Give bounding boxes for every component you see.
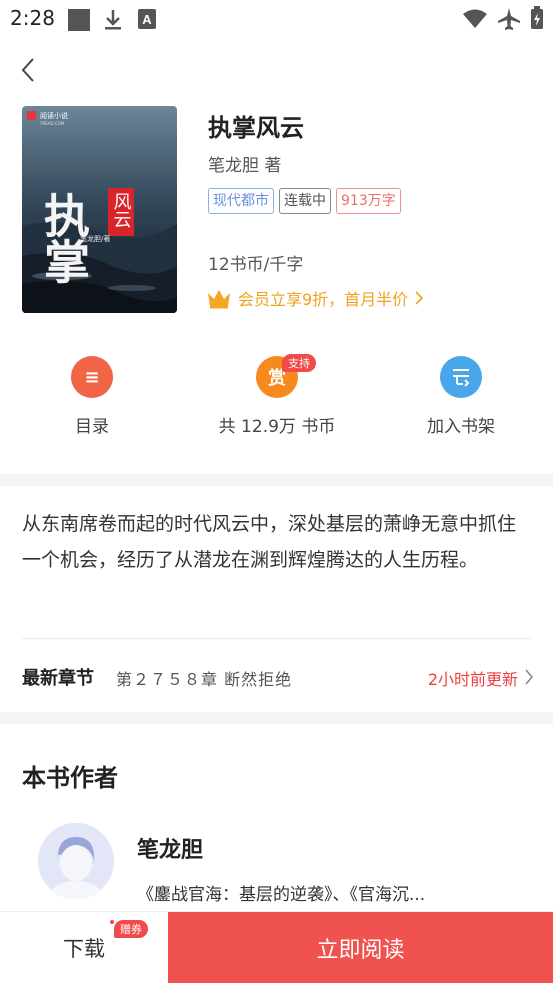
tag-word-count: 913万字 <box>336 188 401 214</box>
book-cover[interactable]: 阅读小说 YREAD.COM 执掌 风云 笔龙胆/著 <box>22 106 177 313</box>
bottom-action-bar: 下载 赠券 立即阅读 <box>0 911 553 983</box>
coupon-dot <box>110 920 114 924</box>
shelf-label: 加入书架 <box>427 417 495 437</box>
toc-icon-glyph: ≡ <box>84 366 100 388</box>
add-to-shelf-button[interactable]: 加入书架 <box>420 356 502 437</box>
chevron-right-icon <box>525 669 534 685</box>
read-now-label: 立即阅读 <box>316 938 405 963</box>
back-button[interactable] <box>16 55 44 85</box>
section-divider <box>0 474 553 486</box>
text-a-icon: A <box>138 9 156 29</box>
download-label: 下载 <box>63 937 105 961</box>
book-intro[interactable]: 从东南席卷而起的时代风云中，深处基层的萧峥无意中抓住一个机会，经历了从潜龙在渊到… <box>22 506 532 578</box>
author-name[interactable]: 笔龙胆 <box>137 832 203 864</box>
latest-chapter-label: 最新章节 <box>22 668 94 689</box>
section-divider <box>0 712 553 724</box>
toc-button[interactable]: ≡ 目录 <box>63 356 121 437</box>
tag-status: 连载中 <box>279 188 331 214</box>
status-bar: 2:28 A <box>0 0 553 38</box>
chevron-right-icon <box>415 291 424 305</box>
latest-chapter-title: 第２７５８章 断然拒绝 <box>116 670 293 689</box>
latest-chapter-row[interactable]: 最新章节 第２７５８章 断然拒绝 2小时前更新 <box>22 664 534 690</box>
read-now-button[interactable]: 立即阅读 <box>168 912 553 983</box>
wifi-icon <box>463 9 487 28</box>
latest-update-time: 2小时前更新 <box>427 670 518 689</box>
vip-promo-link[interactable]: 会员立享9折，首月半价 <box>206 286 424 310</box>
cover-publisher: 阅读小说 <box>40 111 68 120</box>
author-works[interactable]: 《鏖战官海：基层的逆袭》、《官海沉... <box>137 880 497 905</box>
action-row: ≡ 目录 赏 支持 共 12.9万 书币 加入书架 <box>0 354 553 446</box>
book-price: 12书币/千字 <box>208 255 304 275</box>
author-section-heading: 本书作者 <box>22 764 118 792</box>
toc-icon: ≡ <box>71 356 113 398</box>
cover-seal: 风云 <box>111 192 132 228</box>
intro-divider <box>22 638 532 639</box>
notification-square-icon <box>68 9 90 31</box>
cover-art: 阅读小说 YREAD.COM 执掌 风云 笔龙胆/著 <box>22 106 177 313</box>
status-time: 2:28 <box>10 6 55 30</box>
shelf-glyph-icon <box>453 369 470 387</box>
toc-label: 目录 <box>75 417 109 437</box>
chevron-left-icon <box>21 58 34 82</box>
reward-button[interactable]: 赏 支持 共 12.9万 书币 <box>206 354 348 437</box>
vip-promo-text: 会员立享9折，首月半价 <box>238 290 409 309</box>
bookshelf-icon <box>440 356 482 398</box>
battery-icon <box>531 6 543 29</box>
book-tags: 现代都市 连载中 913万字 <box>208 188 401 214</box>
cover-publisher-sub: YREAD.COM <box>39 121 65 126</box>
cover-author-signature: 笔龙胆/著 <box>80 234 110 243</box>
author-avatar[interactable] <box>38 823 114 899</box>
download-icon <box>105 10 121 30</box>
airplane-mode-icon <box>498 8 520 30</box>
book-author[interactable]: 笔龙胆 著 <box>208 151 281 176</box>
support-badge: 支持 <box>282 354 316 372</box>
crown-icon <box>208 290 230 309</box>
default-avatar-icon <box>38 823 114 899</box>
reward-label: 共 12.9万 书币 <box>218 417 336 437</box>
tag-genre[interactable]: 现代都市 <box>208 188 274 214</box>
book-title: 执掌风云 <box>208 114 304 142</box>
svg-text:A: A <box>142 12 152 27</box>
coupon-badge: 赠券 <box>114 920 148 938</box>
